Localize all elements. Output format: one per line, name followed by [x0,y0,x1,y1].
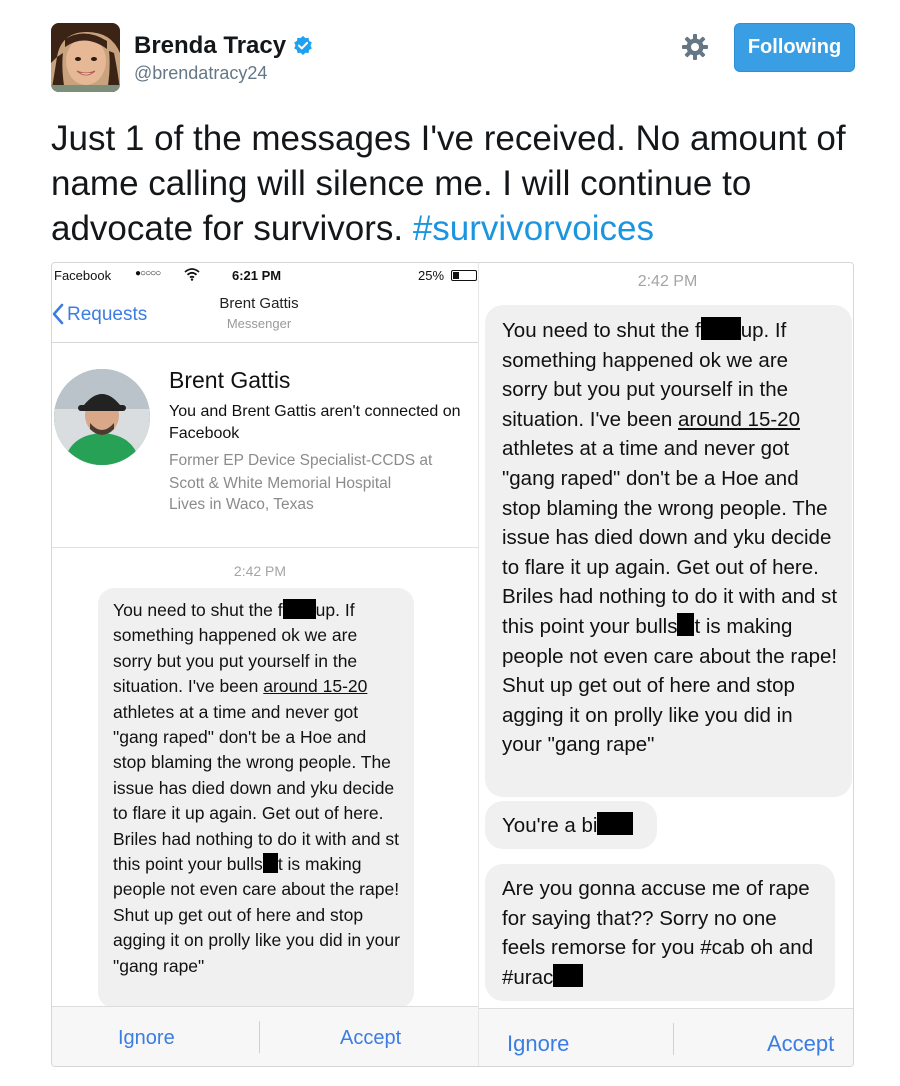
status-time: 6:21 PM [232,268,282,283]
thread-timestamp: 2:42 PM [637,273,698,290]
accept-button: Accept [340,1027,402,1049]
request-action-bar: Ignore Accept [52,1006,478,1066]
conversation-subtitle: Messenger [226,316,292,331]
right-screenshot: 2:42 PM You need to shut the f up. If som… [478,263,853,1066]
redaction-bar [282,599,316,619]
request-action-bar: Ignore Accept [479,1008,853,1066]
redaction-bar [700,317,741,340]
display-name[interactable]: Brenda Tracy [134,32,286,60]
message-text-part: athletes at a time and never got "gang r… [502,437,838,638]
sender-location: Lives in Waco, Texas [169,496,314,513]
connection-status: You and Brent Gattis aren't connected on… [169,403,461,442]
action-divider [673,1023,674,1055]
sender-avatar [54,369,150,465]
status-bar: Facebook ●○○○○ 6:21 PM 25% [52,263,478,287]
avatar[interactable] [51,23,120,92]
following-button[interactable]: Following [734,23,855,72]
ignore-button: Ignore [118,1027,175,1049]
back-chevron-icon [52,303,64,325]
accept-button: Accept [767,1031,835,1056]
display-name-row[interactable]: Brenda Tracy [134,32,314,60]
hashtag-link[interactable]: #survivorvoices [413,209,654,248]
redaction-bar [262,853,278,874]
thread-timestamp: 2:42 PM [233,563,287,579]
message-text-part: You need to shut the f [113,600,283,620]
avatar-photo [51,23,120,92]
conversation-title: Brent Gattis [219,295,299,312]
message-text-part: athletes at a time and never got "gang r… [113,701,400,875]
battery-icon [451,270,477,281]
sender-profile-card: Brent Gattis You and Brent Gattis aren't… [52,343,478,548]
redaction-bar [553,963,584,987]
wifi-icon [184,268,200,281]
sender-photo [54,369,150,465]
gear-icon[interactable] [680,32,710,62]
tweet-text: Just 1 of the messages I've received. No… [51,116,861,251]
redaction-bar [597,812,634,835]
signal-dots: ●○○○○ [135,268,161,279]
message-bubble: You're a bi [485,801,657,849]
message-text-part: You need to shut the f [502,319,701,342]
carrier-label: Facebook [54,268,112,283]
message-bubble: You need to shut the f up. If something h… [485,305,852,797]
verified-badge-icon [294,35,312,55]
ignore-button: Ignore [507,1031,570,1056]
tweet-media-image[interactable]: Facebook ●○○○○ 6:21 PM 25% Requests Bren… [51,262,854,1067]
underlined-text: around 15-20 [263,676,368,697]
sender-work: Former EP Device Specialist-CCDS at Scot… [169,452,433,492]
requests-back-link: Requests [67,304,148,325]
sender-name: Brent Gattis [169,367,291,393]
redaction-bar [677,612,695,636]
message-text-part: Are you gonna accuse me of rape for sayi… [502,877,814,989]
underlined-text: around 15-20 [678,407,800,431]
user-handle[interactable]: @brendatracy24 [134,63,267,84]
message-bubble: Are you gonna accuse me of rape for sayi… [485,864,835,1001]
messenger-nav-bar: Requests Brent Gattis Messenger [52,287,478,343]
battery-percent: 25% [418,268,445,283]
message-bubble: You need to shut the f up. If something h… [98,588,414,1008]
message-text-part: You're a bi [502,814,598,837]
left-screenshot: Facebook ●○○○○ 6:21 PM 25% Requests Bren… [52,263,478,1066]
action-divider [259,1021,260,1053]
